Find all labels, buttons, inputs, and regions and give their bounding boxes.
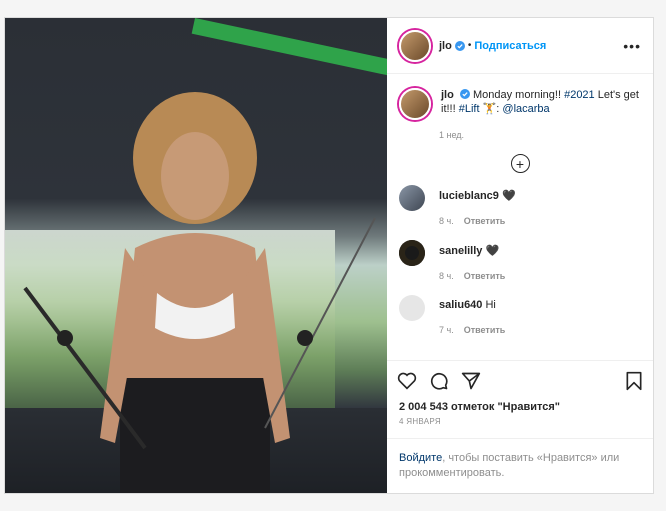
caption-username[interactable]: jlo — [441, 89, 454, 101]
comment-avatar[interactable] — [399, 185, 425, 211]
hashtag-lift[interactable]: #Lift — [459, 103, 480, 115]
bookmark-icon[interactable] — [625, 371, 643, 391]
comments-section: jlo Monday morning!! #2021 Let's get it!… — [387, 74, 653, 361]
heart-icon[interactable] — [397, 372, 417, 390]
reply-button[interactable]: Ответить — [464, 325, 506, 335]
comment-time: 7 ч. — [439, 325, 454, 335]
caption-text: jlo Monday morning!! #2021 Let's get it!… — [441, 88, 641, 120]
author-avatar[interactable] — [399, 29, 431, 62]
post-photo[interactable] — [5, 18, 387, 493]
instagram-post: jlo • Подписаться ••• jlo Monday morning… — [4, 17, 654, 494]
photo-gym-cables — [23, 217, 376, 450]
reply-button[interactable]: Ответить — [464, 271, 506, 281]
verified-badge-icon — [454, 40, 465, 51]
follow-button[interactable]: Подписаться — [474, 40, 546, 52]
post-header: jlo • Подписаться ••• — [387, 18, 653, 74]
plus-circle-icon[interactable]: + — [510, 154, 530, 173]
comment-avatar[interactable] — [399, 295, 425, 321]
separator-dot: • — [467, 40, 472, 51]
caption: jlo Monday morning!! #2021 Let's get it!… — [399, 88, 641, 120]
likes-count[interactable]: 2 004 543 отметок "Нравится" — [387, 401, 653, 413]
comment-username[interactable]: saliu640 — [439, 299, 482, 311]
comment-avatar[interactable] — [399, 240, 425, 266]
caption-time: 1 нед. — [439, 130, 465, 140]
mention-lacarba[interactable]: @lacarba — [502, 103, 549, 115]
author-username[interactable]: jlo — [439, 40, 452, 52]
comment-text: Hi — [485, 299, 496, 311]
login-link[interactable]: Войдите — [399, 452, 442, 464]
login-prompt: Войдите, чтобы поставить «Нравится» или … — [387, 438, 653, 493]
hashtag-2021[interactable]: #2021 — [564, 89, 595, 101]
comment-icon[interactable] — [429, 371, 449, 391]
comment-item: sanelilly 🖤 8 ч. Ответить — [399, 240, 641, 281]
post-sidebar: jlo • Подписаться ••• jlo Monday morning… — [387, 18, 653, 493]
more-options-icon[interactable]: ••• — [623, 38, 641, 54]
comment-item: saliu640 Hi 7 ч. Ответить — [399, 295, 641, 335]
comment-item: lucieblanc9 🖤 8 ч. Ответить — [399, 185, 641, 226]
comment-text: 🖤 — [501, 190, 516, 202]
load-more-comments[interactable]: + — [399, 154, 641, 173]
comment-time: 8 ч. — [439, 271, 454, 281]
action-bar — [387, 361, 653, 401]
reply-button[interactable]: Ответить — [464, 216, 506, 226]
caption-emoji: 🏋️: — [479, 103, 503, 115]
comment-username[interactable]: sanelilly — [439, 245, 482, 257]
post-date: 4 ЯНВАРЯ — [399, 417, 441, 426]
share-icon[interactable] — [461, 371, 481, 391]
comment-text: 🖤 — [485, 245, 500, 257]
comment-time: 8 ч. — [439, 216, 454, 226]
caption-body: Monday morning!! — [472, 89, 565, 101]
caption-avatar[interactable] — [399, 88, 431, 120]
caption-verified-icon — [459, 89, 470, 99]
comment-username[interactable]: lucieblanc9 — [439, 190, 499, 202]
